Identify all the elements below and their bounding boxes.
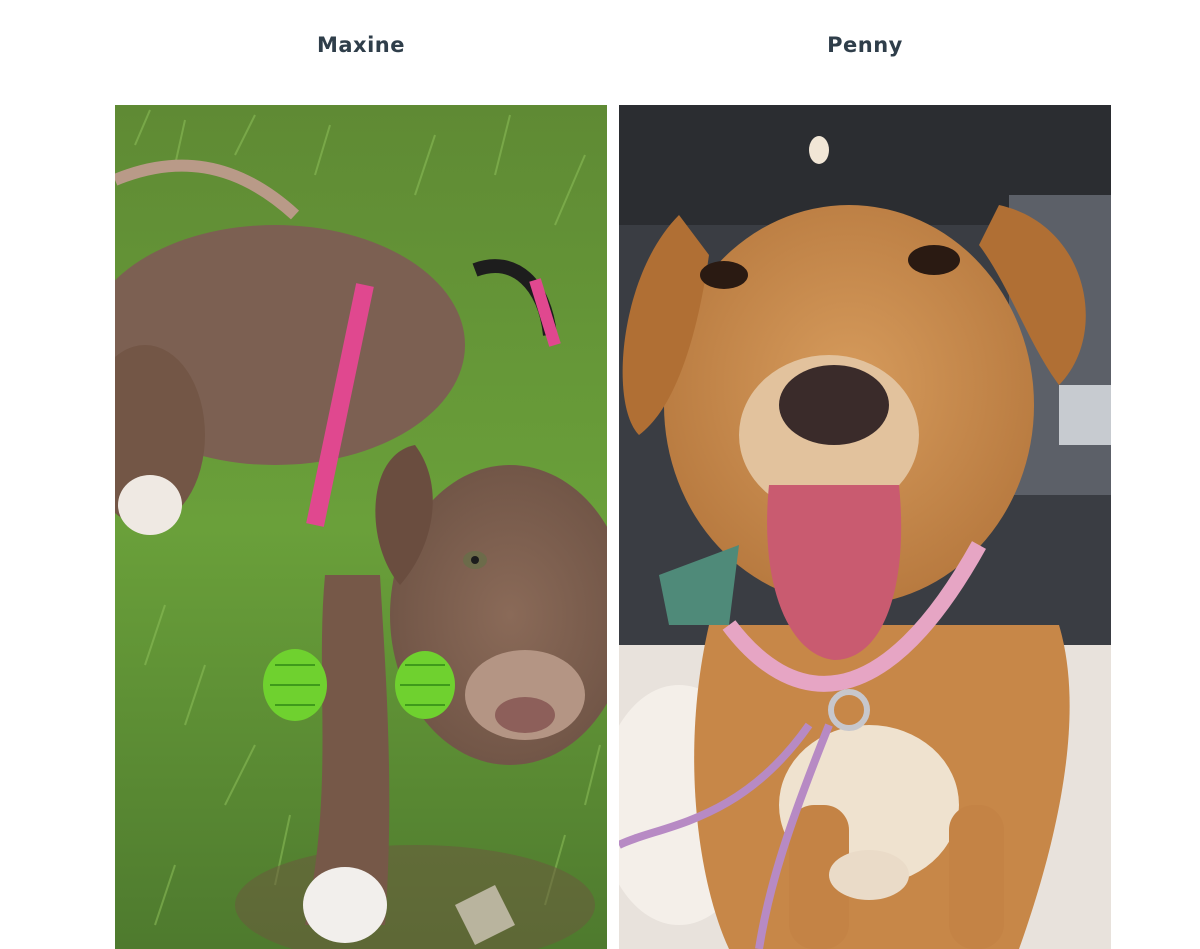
dog-name-penny: Penny: [827, 33, 903, 57]
penny-image: [619, 105, 1111, 949]
photo-maxine[interactable]: [115, 105, 607, 949]
dog-gallery: Maxine Penny: [0, 0, 1200, 949]
maxine-image: [115, 105, 607, 949]
dog-name-maxine: Maxine: [316, 33, 405, 57]
photo-penny[interactable]: [619, 105, 1111, 949]
